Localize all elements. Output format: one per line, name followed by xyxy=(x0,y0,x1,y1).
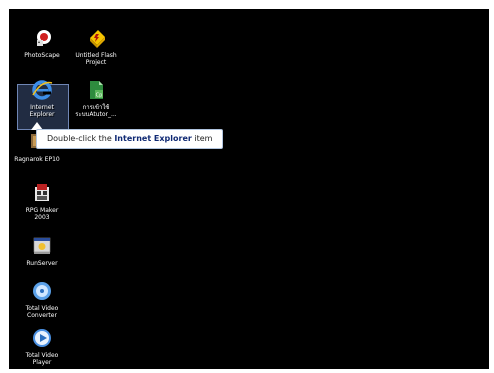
photoscape-icon xyxy=(37,30,51,46)
tooltip-highlight: Internet Explorer xyxy=(114,134,192,143)
total-video-player-icon xyxy=(33,329,51,347)
tooltip-prefix: Double-click the xyxy=(47,134,115,143)
desktop-icon-runserver[interactable]: RunServer xyxy=(14,234,70,267)
icon-label: RPG Maker 2003 xyxy=(25,207,59,221)
icon-label: Ragnarok EP10 xyxy=(14,156,60,163)
desktop-icon-photoscape[interactable]: PhotoScape xyxy=(14,26,70,59)
flash-project-icon xyxy=(90,30,105,48)
desktop-icon-rpg-maker[interactable]: RPG Maker 2003 xyxy=(14,181,70,221)
desktop-icon-flash-project[interactable]: Untitled Flash Project xyxy=(68,26,124,66)
desktop-icon-atutor[interactable]: Cp การเข้าใช้ ระบบAtutor_... xyxy=(68,78,124,118)
desktop: PhotoScape Untitled Flash Project Intern… xyxy=(9,9,489,369)
desktop-icon-internet-explorer[interactable]: Internet Explorer xyxy=(14,78,70,118)
icon-label: Total Video Converter xyxy=(25,305,59,319)
icon-label: การเข้าใช้ ระบบAtutor_... xyxy=(75,104,117,118)
icon-label: RunServer xyxy=(26,260,58,267)
instruction-tooltip: Double-click the Internet Explorer item xyxy=(36,129,223,149)
tooltip-suffix: item xyxy=(191,134,213,143)
icon-label: Untitled Flash Project xyxy=(75,52,117,66)
total-video-converter-icon xyxy=(33,282,51,300)
rpg-maker-icon xyxy=(35,184,49,201)
svg-text:Cp: Cp xyxy=(96,93,103,99)
desktop-icon-total-video-player[interactable]: Total Video Player xyxy=(14,326,70,366)
internet-explorer-icon xyxy=(32,80,53,100)
desktop-icon-total-video-converter[interactable]: Total Video Converter xyxy=(14,279,70,319)
captivate-icon: Cp xyxy=(90,81,103,99)
icon-label: Internet Explorer xyxy=(29,104,55,118)
icon-label: Total Video Player xyxy=(25,352,59,366)
runserver-icon xyxy=(33,237,51,254)
icon-label: PhotoScape xyxy=(24,52,60,59)
